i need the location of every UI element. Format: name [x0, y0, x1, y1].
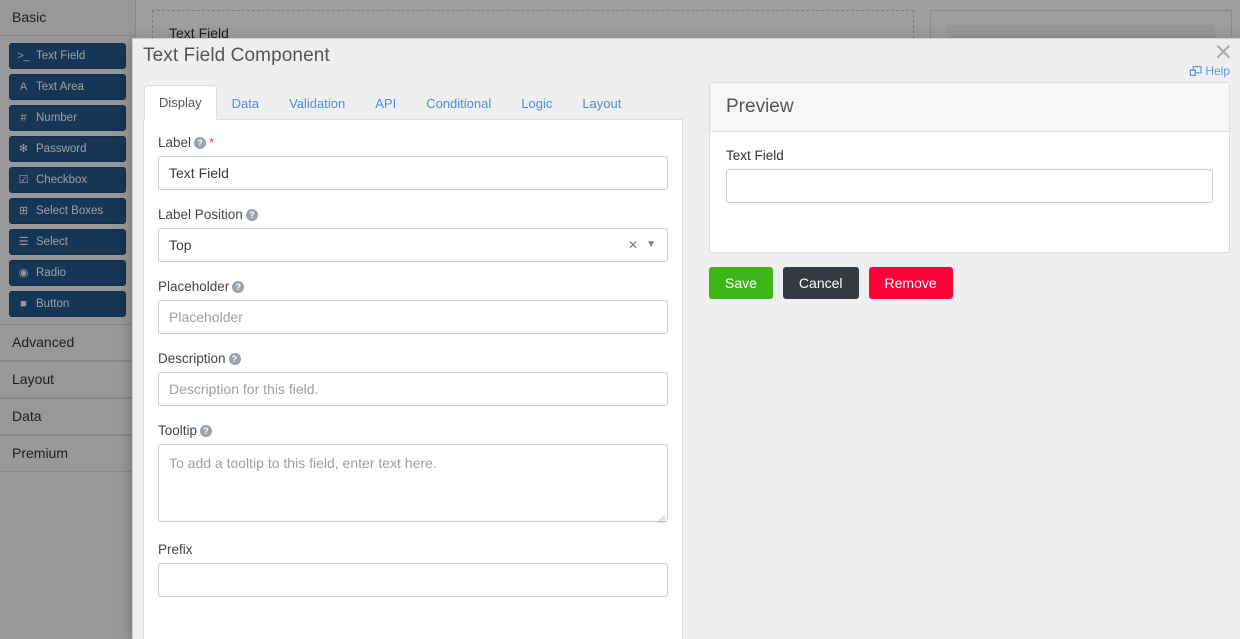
tab-layout[interactable]: Layout — [567, 86, 636, 120]
field-group-description: Description? — [158, 350, 668, 406]
field-label-text: Tooltip — [158, 423, 198, 438]
field-group-prefix: Prefix — [158, 541, 668, 597]
field-label-text: Description — [158, 351, 226, 366]
chevron-down-icon[interactable]: ▼ — [646, 228, 656, 262]
question-mark-icon[interactable]: ? — [194, 137, 207, 149]
label-position-field-label: Label Position? — [158, 206, 668, 223]
question-mark-icon[interactable]: ? — [228, 353, 241, 365]
required-marker: * — [209, 135, 215, 150]
field-label-text: Label Position — [158, 207, 243, 222]
tab-validation[interactable]: Validation — [274, 86, 360, 120]
field-group-tooltip: Tooltip? — [158, 422, 668, 525]
tooltip-textarea-wrap — [158, 444, 668, 525]
preview-column: Preview Text Field Save Cancel Remove — [709, 82, 1230, 639]
question-mark-icon[interactable]: ? — [200, 425, 213, 437]
modal-actions: Save Cancel Remove — [709, 267, 1230, 299]
cancel-button[interactable]: Cancel — [782, 267, 859, 299]
tooltip-field-label: Tooltip? — [158, 422, 668, 439]
field-label-text: Placeholder — [158, 279, 230, 294]
prefix-field-label: Prefix — [158, 541, 668, 558]
prefix-input[interactable] — [158, 563, 668, 597]
label-position-value[interactable] — [158, 228, 668, 262]
placeholder-field-label: Placeholder? — [158, 278, 668, 295]
display-tab-panel: Label?* Label Position? ✕ ▼ — [143, 120, 683, 639]
label-field-label: Label? * — [158, 134, 668, 151]
tab-api[interactable]: API — [360, 86, 411, 120]
settings-column: Display Data Validation API Conditional … — [143, 82, 683, 639]
remove-button[interactable]: Remove — [868, 267, 953, 299]
tab-data[interactable]: Data — [217, 86, 274, 120]
field-label-text: Prefix — [158, 542, 193, 557]
preview-body: Text Field — [710, 132, 1229, 252]
modal-title: Text Field Component — [143, 45, 330, 66]
clear-selection-icon[interactable]: ✕ — [628, 228, 638, 262]
component-settings-modal: Text Field Component ✕ Help Display Data… — [132, 38, 1240, 639]
preview-field-label: Text Field — [726, 148, 784, 163]
placeholder-input[interactable] — [158, 300, 668, 334]
tab-conditional[interactable]: Conditional — [411, 86, 506, 120]
tab-logic[interactable]: Logic — [506, 86, 567, 120]
help-label: Help — [1205, 64, 1230, 78]
label-position-select[interactable]: ✕ ▼ — [158, 228, 668, 262]
field-group-label: Label? * — [158, 134, 668, 190]
field-group-placeholder: Placeholder? — [158, 278, 668, 334]
tab-display[interactable]: Display — [144, 85, 217, 120]
field-label-text: Label — [158, 135, 192, 150]
description-input[interactable] — [158, 372, 668, 406]
preview-heading: Preview — [710, 83, 1229, 132]
save-button[interactable]: Save — [709, 267, 773, 299]
label-input[interactable] — [158, 156, 668, 190]
tooltip-textarea[interactable] — [158, 444, 668, 522]
question-mark-icon[interactable]: ? — [245, 209, 258, 221]
external-window-icon — [1189, 66, 1202, 80]
close-icon[interactable]: ✕ — [1214, 41, 1233, 64]
field-group-label-position: Label Position? ✕ ▼ — [158, 206, 668, 262]
question-mark-icon[interactable]: ? — [232, 281, 245, 293]
preview-card: Preview Text Field — [709, 82, 1230, 253]
settings-tabs: Display Data Validation API Conditional … — [143, 82, 683, 120]
preview-field-input[interactable] — [726, 169, 1213, 203]
description-field-label: Description? — [158, 350, 668, 367]
help-link[interactable]: Help — [1189, 64, 1230, 80]
modal-body: Display Data Validation API Conditional … — [133, 82, 1240, 639]
